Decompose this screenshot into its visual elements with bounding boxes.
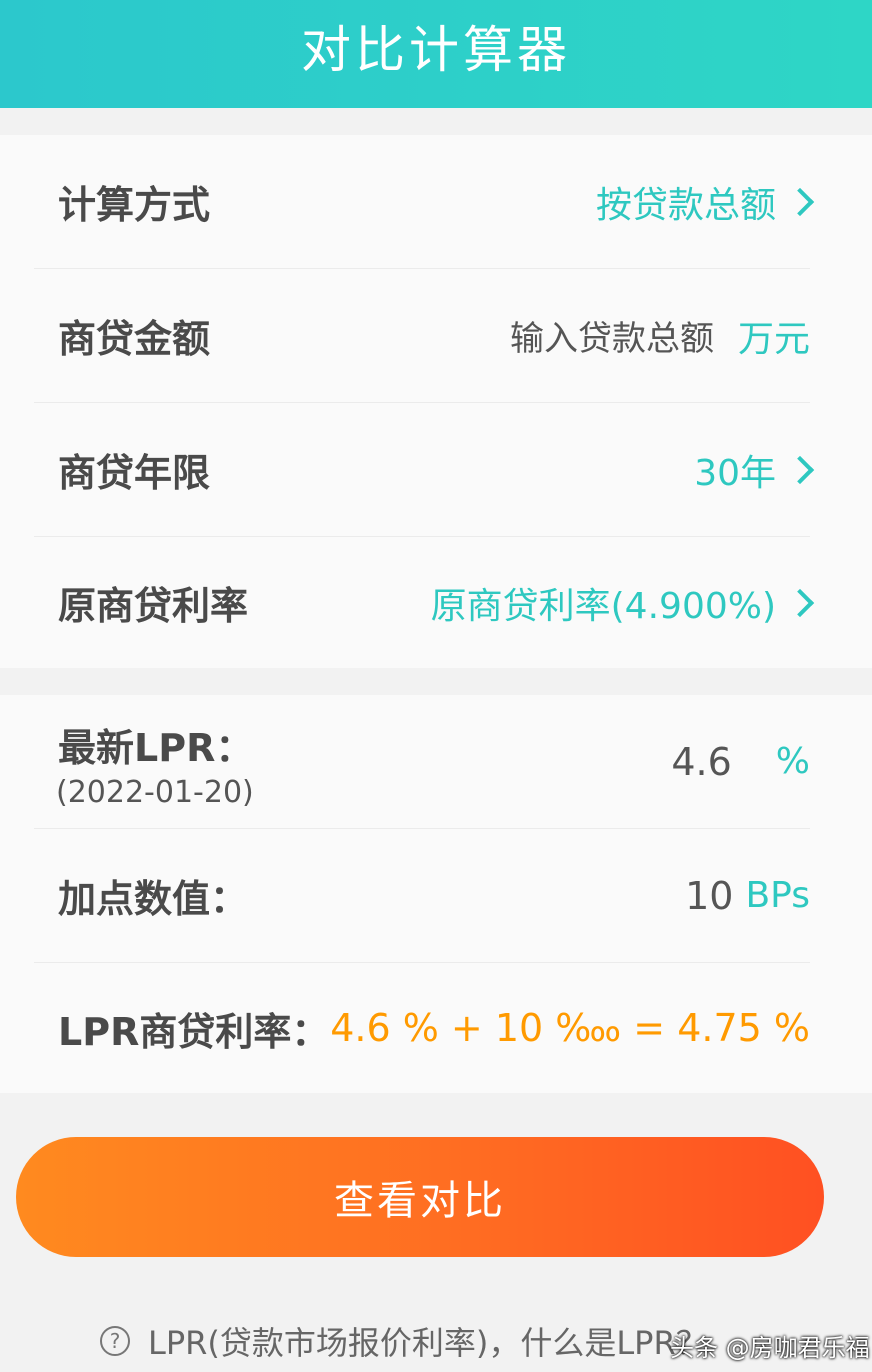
calc-method-label: 计算方式	[58, 183, 211, 227]
calc-method-row[interactable]: 计算方式 按贷款总额	[0, 135, 872, 268]
bp-input[interactable]: 10	[685, 874, 733, 918]
bp-row: 加点数值： 10 BPs	[0, 829, 872, 962]
loan-years-selector[interactable]: 30年	[694, 444, 815, 496]
calc-method-selector[interactable]: 按贷款总额	[595, 176, 815, 228]
bp-field[interactable]: 10 BPs	[685, 874, 810, 918]
question-circle-icon: ?	[100, 1326, 130, 1356]
lpr-rate-formula: 4.6 % + 10 ‱ = 4.75 %	[330, 1006, 810, 1050]
loan-amount-input[interactable]: 输入贷款总额	[510, 311, 714, 360]
bp-label: 加点数值：	[58, 877, 249, 921]
lpr-rate-row: LPR商贷利率： 4.6 % + 10 ‱ = 4.75 %	[0, 963, 872, 1093]
original-rate-value: 原商贷利率(4.900%)	[430, 585, 776, 627]
loan-years-label: 商贷年限	[58, 451, 211, 495]
loan-amount-label: 商贷金额	[58, 317, 211, 361]
lpr-help-text: LPR(贷款市场报价利率)，什么是LPR？	[148, 1324, 708, 1362]
loan-years-value: 30年	[694, 452, 776, 494]
latest-lpr-input[interactable]: 4.6	[671, 740, 731, 784]
loan-amount-unit: 万元	[737, 318, 810, 360]
lpr-help-link[interactable]: ? LPR(贷款市场报价利率)，什么是LPR？	[100, 1318, 708, 1364]
original-rate-label: 原商贷利率	[58, 584, 249, 628]
latest-lpr-date: (2022-01-20)	[56, 775, 254, 810]
watermark: 头条 @房咖君乐福	[670, 1334, 870, 1362]
compare-button[interactable]: 查看对比	[16, 1137, 824, 1257]
calc-method-value: 按贷款总额	[595, 184, 776, 226]
latest-lpr-field[interactable]: 4.6 %	[671, 740, 810, 784]
lpr-rate-result: 4.6 % + 10 ‱ = 4.75 %	[330, 1006, 810, 1050]
compare-button-label: 查看对比	[334, 1178, 506, 1224]
app-header: 对比计算器	[0, 0, 872, 108]
chevron-right-icon	[785, 588, 815, 617]
latest-lpr-label: 最新LPR：	[58, 726, 254, 770]
latest-lpr-unit: %	[775, 741, 810, 782]
chevron-right-icon	[785, 455, 815, 484]
page-title: 对比计算器	[301, 21, 571, 79]
loan-amount-field[interactable]: 输入贷款总额 万元	[510, 310, 810, 362]
loan-years-row[interactable]: 商贷年限 30年	[0, 403, 872, 536]
loan-amount-row: 商贷金额 输入贷款总额 万元	[0, 269, 872, 402]
chevron-right-icon	[785, 187, 815, 216]
bp-unit: BPs	[745, 875, 810, 916]
lpr-rate-label: LPR商贷利率：	[58, 1009, 330, 1054]
latest-lpr-row: 最新LPR： (2022-01-20) 4.6 %	[0, 695, 872, 828]
original-rate-row[interactable]: 原商贷利率 原商贷利率(4.900%)	[0, 537, 872, 668]
original-rate-selector[interactable]: 原商贷利率(4.900%)	[430, 577, 815, 629]
